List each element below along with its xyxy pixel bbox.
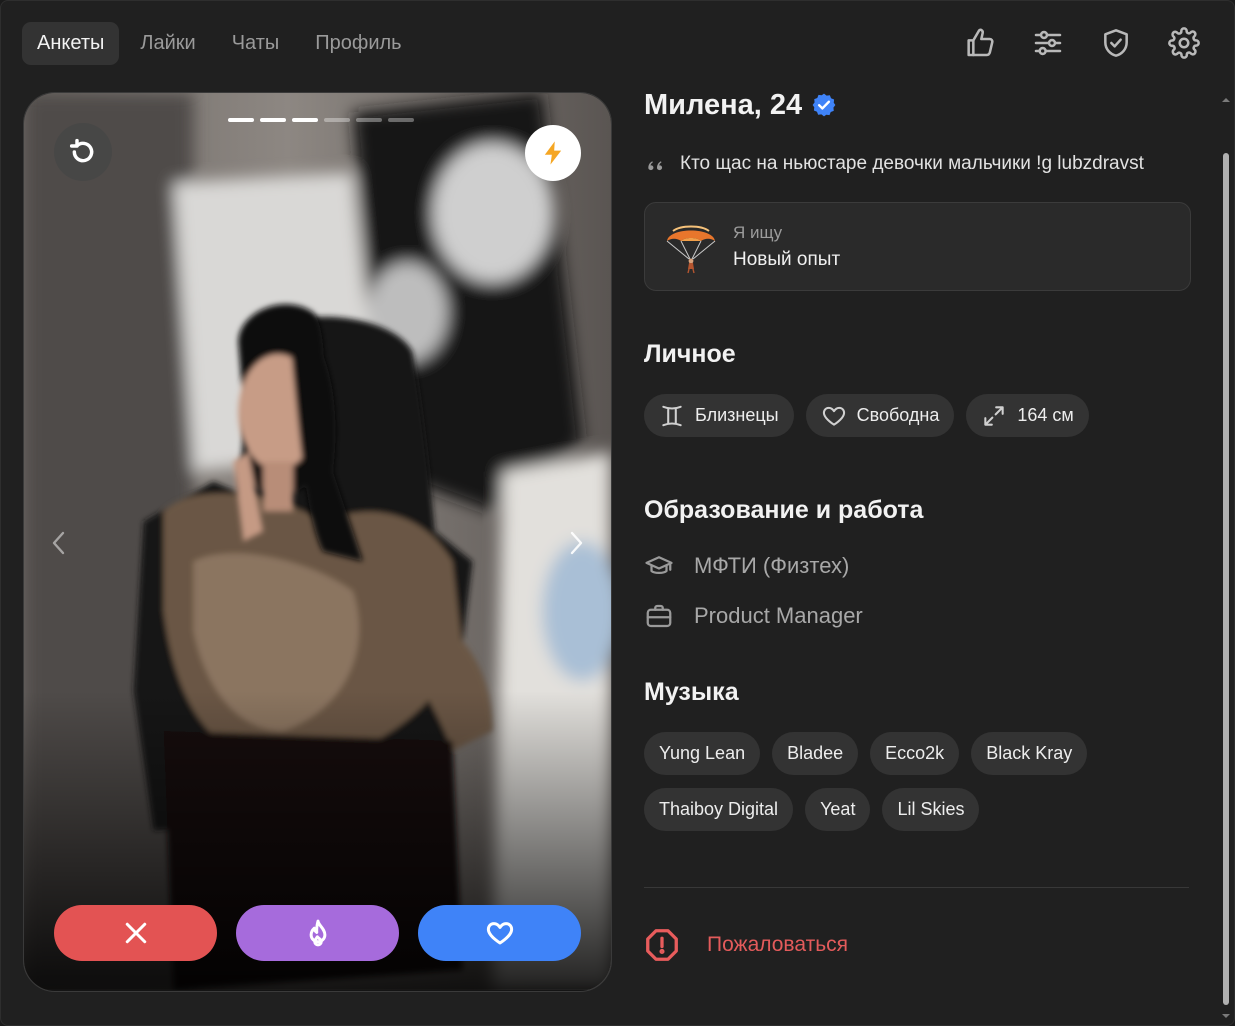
tab-profiles[interactable]: Анкеты [22,22,120,65]
previous-photo-button[interactable] [44,525,74,561]
divider [644,887,1189,888]
top-bar: Анкеты Лайки Чаты Профиль [1,1,1234,87]
chevron-right-icon [570,531,583,555]
chip-label: Свободна [856,405,940,425]
photo-dot[interactable] [388,118,414,122]
chip-artist: Bladee [772,732,859,775]
scroll-down-arrow-icon[interactable] [1221,1011,1231,1021]
chip-artist: Yeat [805,788,871,831]
top-actions [962,25,1202,61]
photo-dot[interactable] [228,118,254,122]
bio-row: Кто щас на ньюстаре девочки мальчики !g … [644,151,1144,177]
personal-chips: Близнецы Свободна 164 см [644,394,1164,437]
tab-chats[interactable]: Чаты [217,22,295,65]
close-icon [125,922,146,944]
heart-outline-icon [822,406,845,426]
chip-relationship: Свободна [805,394,955,437]
education-school: МФТИ (Физтех) [694,553,850,578]
briefcase-icon [646,604,672,628]
flame-icon [309,919,326,947]
sliders-icon[interactable] [1030,25,1066,61]
shield-check-icon[interactable] [1098,25,1134,61]
chip-artist: Ecco2k [870,732,960,775]
profile-photo-card[interactable] [23,92,612,992]
tab-profile[interactable]: Профиль [300,22,416,65]
graduation-cap-icon [645,556,673,574]
chip-artist: Thaiboy Digital [644,788,794,831]
chip-label: 164 см [1017,405,1074,425]
boost-button[interactable] [525,125,581,181]
photo-pagination [228,118,414,122]
like-button[interactable] [418,905,581,961]
photo-dot[interactable] [324,118,350,122]
thumbs-up-icon[interactable] [962,25,998,61]
scroll-up-arrow-icon[interactable] [1221,95,1231,105]
section-title-music: Музыка [644,678,739,706]
next-photo-button[interactable] [561,525,591,561]
chip-artist: Lil Skies [882,788,980,831]
undo-icon [69,138,94,163]
photo-dot[interactable] [260,118,286,122]
name-row: Милена, 24 [644,87,837,123]
gear-icon[interactable] [1166,25,1202,61]
heart-icon [486,922,513,945]
profile-photo [24,93,611,990]
seeking-value: Новый опыт [733,249,841,270]
job-row: Product Manager [644,600,863,632]
education-row: МФТИ (Физтех) [644,550,849,582]
chip-label: Близнецы [695,405,779,425]
chip-height: 164 см [966,394,1089,437]
app-window: Анкеты Лайки Чаты Профиль Милена, 24 Кто… [0,0,1235,1026]
chip-artist: Yung Lean [644,732,761,775]
chevron-left-icon [52,531,65,555]
section-title-personal: Личное [644,340,736,368]
parachute-icon [666,225,716,274]
scrollbar-thumb[interactable] [1223,153,1229,1005]
chip-zodiac: Близнецы [644,394,794,437]
photo-dot[interactable] [292,118,318,122]
music-chips: Yung Lean Bladee Ecco2k Black Kray Thaib… [644,732,1164,831]
expand-arrows-icon [984,405,1005,426]
seeking-card: Я ищу Новый опыт [644,202,1191,291]
undo-button[interactable] [54,123,112,181]
dislike-button[interactable] [54,905,217,961]
swipe-actions [54,905,581,961]
superlike-button[interactable] [236,905,399,961]
main-tabs: Анкеты Лайки Чаты Профиль [22,22,417,65]
report-label: Пожаловаться [707,933,849,956]
tab-likes[interactable]: Лайки [125,22,210,65]
photo-dot[interactable] [356,118,382,122]
report-button[interactable]: Пожаловаться [644,927,848,963]
chip-artist: Black Kray [971,732,1088,775]
warning-octagon-icon [646,929,678,961]
section-title-education: Образование и работа [644,496,924,524]
scrollbar[interactable] [1219,89,1233,1021]
quote-icon [648,161,663,171]
job-title: Product Manager [694,603,863,628]
lightning-icon [544,141,562,165]
profile-name: Милена, 24 [644,88,803,121]
profile-bio: Кто щас на ньюстаре девочки мальчики !g … [680,153,1144,174]
verified-badge-icon [812,93,836,117]
seeking-label: Я ищу [733,223,783,242]
profile-info: Милена, 24 Кто щас на ньюстаре девочки м… [644,87,1192,1017]
gemini-icon [662,405,682,426]
